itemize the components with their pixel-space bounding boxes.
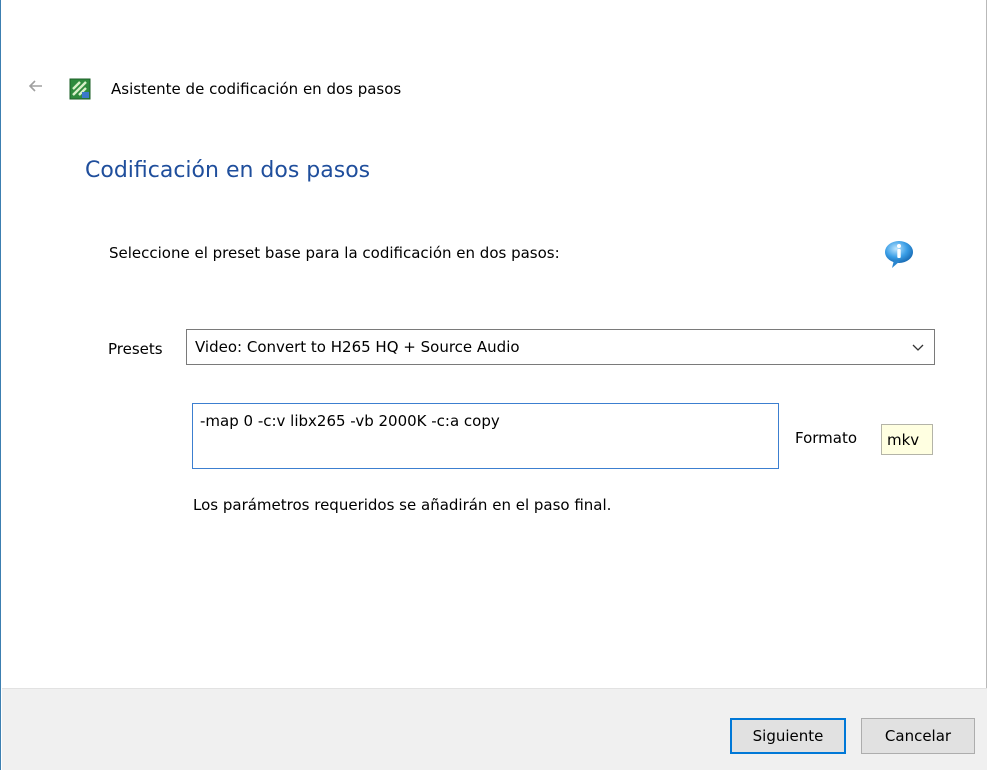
page-heading: Codificación en dos pasos: [85, 158, 371, 183]
parameters-hint: Los parámetros requeridos se añadirán en…: [193, 496, 612, 514]
presets-dropdown[interactable]: Video: Convert to H265 HQ + Source Audio: [186, 329, 935, 365]
info-icon[interactable]: [883, 238, 915, 270]
chevron-down-icon[interactable]: [911, 340, 925, 354]
presets-label: Presets: [108, 340, 163, 358]
cancel-button[interactable]: Cancelar: [861, 718, 975, 754]
parameters-input[interactable]: -map 0 -c:v libx265 -vb 2000K -c:a copy: [192, 403, 779, 469]
formato-value: mkv: [887, 431, 920, 449]
next-button-label: Siguiente: [752, 727, 824, 745]
parameters-value: -map 0 -c:v libx265 -vb 2000K -c:a copy: [200, 412, 500, 430]
instruction-text: Seleccione el preset base para la codifi…: [109, 244, 560, 262]
next-button[interactable]: Siguiente: [730, 718, 846, 754]
app-icon: [69, 78, 91, 100]
presets-selected-value: Video: Convert to H265 HQ + Source Audio: [195, 338, 520, 356]
back-arrow-icon[interactable]: [28, 78, 44, 94]
formato-label: Formato: [795, 429, 858, 447]
wizard-window: Asistente de codificación en dos pasos C…: [0, 0, 987, 770]
cancel-button-label: Cancelar: [884, 727, 952, 745]
formato-field[interactable]: mkv: [881, 424, 933, 455]
wizard-title: Asistente de codificación en dos pasos: [111, 80, 402, 98]
